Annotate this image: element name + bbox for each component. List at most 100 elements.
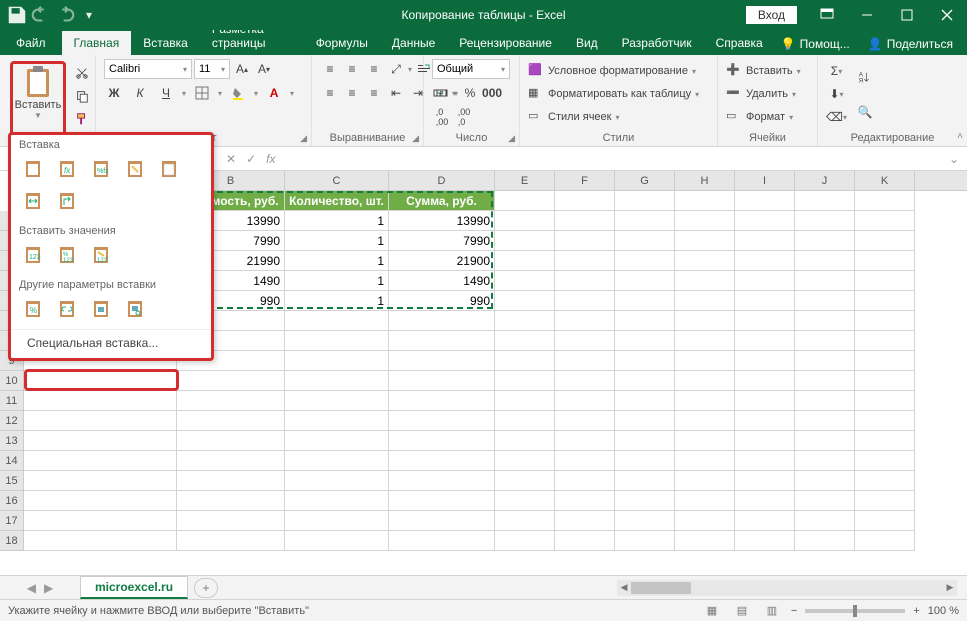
- undo-icon[interactable]: [30, 4, 52, 26]
- paste-option-link[interactable]: [53, 295, 83, 323]
- cell[interactable]: [735, 331, 795, 351]
- paste-button[interactable]: Вставить ▼: [14, 65, 62, 120]
- redo-icon[interactable]: [54, 4, 76, 26]
- paste-option-values-number-fmt[interactable]: %123: [53, 241, 83, 269]
- paste-option-formulas[interactable]: fx: [53, 155, 83, 183]
- cell[interactable]: [495, 491, 555, 511]
- cell[interactable]: [495, 391, 555, 411]
- cell[interactable]: [615, 271, 675, 291]
- cell[interactable]: [285, 331, 389, 351]
- tab-developer[interactable]: Разработчик: [610, 31, 704, 55]
- ribbon-options-icon[interactable]: [807, 0, 847, 30]
- close-icon[interactable]: [927, 0, 967, 30]
- cell[interactable]: [855, 271, 915, 291]
- new-sheet-button[interactable]: +: [194, 578, 218, 598]
- align-right-icon[interactable]: ≡: [364, 83, 384, 103]
- cell[interactable]: [675, 511, 735, 531]
- cell[interactable]: [555, 451, 615, 471]
- cell[interactable]: [389, 311, 495, 331]
- save-icon[interactable]: [6, 4, 28, 26]
- tab-insert[interactable]: Вставка: [131, 31, 200, 55]
- paste-option-all[interactable]: [19, 155, 49, 183]
- cell[interactable]: [855, 251, 915, 271]
- cell[interactable]: [555, 431, 615, 451]
- format-cells-button[interactable]: ▭Формат▾: [726, 107, 809, 127]
- conditional-formatting-button[interactable]: 🟪Условное форматирование▾: [528, 61, 709, 81]
- cell[interactable]: [615, 371, 675, 391]
- cell[interactable]: [285, 391, 389, 411]
- cell[interactable]: [555, 531, 615, 551]
- cell[interactable]: [675, 451, 735, 471]
- tab-formulas[interactable]: Формулы: [304, 31, 380, 55]
- column-header[interactable]: K: [855, 171, 915, 190]
- cell[interactable]: [555, 231, 615, 251]
- decrease-decimal-icon[interactable]: ,00,0: [454, 107, 474, 127]
- cell[interactable]: [855, 311, 915, 331]
- cancel-icon[interactable]: ✕: [226, 152, 236, 166]
- cell[interactable]: [735, 411, 795, 431]
- cell[interactable]: 1: [285, 231, 389, 251]
- cell[interactable]: [615, 451, 675, 471]
- cell[interactable]: [795, 391, 855, 411]
- tab-review[interactable]: Рецензирование: [447, 31, 564, 55]
- expand-fbar-icon[interactable]: ⌄: [941, 152, 967, 166]
- cell[interactable]: [285, 371, 389, 391]
- cell[interactable]: [735, 431, 795, 451]
- qat-customize-icon[interactable]: ▾: [78, 4, 100, 26]
- cell[interactable]: [285, 351, 389, 371]
- zoom-level[interactable]: 100 %: [928, 605, 959, 617]
- normal-view-icon[interactable]: ▦: [701, 602, 723, 620]
- cell[interactable]: [675, 271, 735, 291]
- cell[interactable]: [675, 411, 735, 431]
- cell[interactable]: [495, 471, 555, 491]
- minimize-icon[interactable]: [847, 0, 887, 30]
- row-header[interactable]: 10: [0, 371, 24, 391]
- bold-button[interactable]: Ж: [104, 83, 124, 103]
- cell[interactable]: [855, 451, 915, 471]
- cell[interactable]: [615, 431, 675, 451]
- zoom-out-button[interactable]: −: [791, 605, 797, 617]
- align-bottom-icon[interactable]: ≡: [364, 59, 384, 79]
- column-header[interactable]: H: [675, 171, 735, 190]
- cell[interactable]: [389, 531, 495, 551]
- cell[interactable]: [615, 231, 675, 251]
- fill-icon[interactable]: ⬇ ▾: [826, 84, 847, 104]
- accounting-icon[interactable]: ₽: [432, 83, 452, 103]
- cell[interactable]: [495, 291, 555, 311]
- cell[interactable]: [855, 411, 915, 431]
- cell[interactable]: [285, 491, 389, 511]
- cell[interactable]: [555, 471, 615, 491]
- row-header[interactable]: 11: [0, 391, 24, 411]
- find-select-icon[interactable]: 🔍: [855, 96, 875, 128]
- cell[interactable]: [795, 371, 855, 391]
- cell[interactable]: [855, 471, 915, 491]
- cell[interactable]: [675, 291, 735, 311]
- align-top-icon[interactable]: ≡: [320, 59, 340, 79]
- row-header[interactable]: 14: [0, 451, 24, 471]
- cell[interactable]: [285, 411, 389, 431]
- number-format-combo[interactable]: Общий▾: [432, 59, 510, 79]
- cell[interactable]: [389, 391, 495, 411]
- cell[interactable]: [855, 431, 915, 451]
- column-header[interactable]: G: [615, 171, 675, 190]
- formula-input[interactable]: [287, 149, 940, 169]
- cell[interactable]: [735, 231, 795, 251]
- cell[interactable]: [675, 231, 735, 251]
- page-break-view-icon[interactable]: ▥: [761, 602, 783, 620]
- dialog-launcher-icon[interactable]: ◢: [300, 133, 307, 144]
- column-header[interactable]: J: [795, 171, 855, 190]
- comma-icon[interactable]: 000: [482, 83, 502, 103]
- cell[interactable]: [735, 391, 795, 411]
- row-header[interactable]: 17: [0, 511, 24, 531]
- cell[interactable]: 7990: [389, 231, 495, 251]
- cell[interactable]: [795, 351, 855, 371]
- cell[interactable]: [795, 211, 855, 231]
- cell[interactable]: [795, 491, 855, 511]
- cell[interactable]: [675, 471, 735, 491]
- dialog-launcher-icon[interactable]: ◢: [508, 133, 515, 144]
- column-header[interactable]: E: [495, 171, 555, 190]
- cell[interactable]: [555, 391, 615, 411]
- cell[interactable]: [389, 491, 495, 511]
- tab-file[interactable]: Файл: [0, 31, 62, 55]
- cell[interactable]: [735, 271, 795, 291]
